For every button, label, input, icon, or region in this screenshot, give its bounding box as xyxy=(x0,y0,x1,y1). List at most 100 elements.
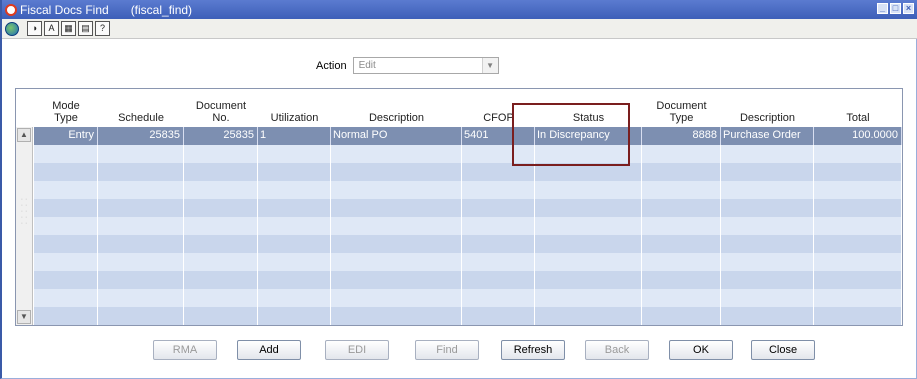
empty-cell[interactable] xyxy=(462,181,535,199)
empty-cell[interactable] xyxy=(721,289,814,307)
empty-cell[interactable] xyxy=(642,235,721,253)
cell-type-description[interactable]: Purchase Order xyxy=(721,127,814,145)
cell-document-no[interactable]: 25835 xyxy=(184,127,258,145)
empty-cell[interactable] xyxy=(258,163,331,181)
empty-cell[interactable] xyxy=(331,307,462,325)
globe-icon[interactable] xyxy=(5,21,19,36)
empty-cell[interactable] xyxy=(721,235,814,253)
cell-mode-type[interactable]: Entry xyxy=(34,127,98,145)
empty-cell[interactable] xyxy=(98,253,184,271)
empty-cell[interactable] xyxy=(462,307,535,325)
empty-cell[interactable] xyxy=(642,307,721,325)
empty-cell[interactable] xyxy=(535,289,642,307)
cell-status[interactable]: In Discrepancy xyxy=(535,127,642,145)
empty-cell[interactable] xyxy=(98,217,184,235)
empty-cell[interactable] xyxy=(535,199,642,217)
chevron-down-icon[interactable]: ▼ xyxy=(481,58,498,73)
scroll-down-icon[interactable]: ▼ xyxy=(17,310,31,324)
table-row[interactable] xyxy=(34,199,902,217)
cell-schedule[interactable]: 25835 xyxy=(98,127,184,145)
empty-cell[interactable] xyxy=(642,253,721,271)
empty-cell[interactable] xyxy=(258,235,331,253)
empty-cell[interactable] xyxy=(814,199,902,217)
empty-cell[interactable] xyxy=(814,289,902,307)
action-select[interactable]: Edit ▼ xyxy=(352,57,499,74)
empty-cell[interactable] xyxy=(331,145,462,163)
help-icon[interactable]: ? xyxy=(95,21,110,36)
empty-cell[interactable] xyxy=(535,307,642,325)
empty-cell[interactable] xyxy=(331,199,462,217)
empty-cell[interactable] xyxy=(98,145,184,163)
empty-cell[interactable] xyxy=(814,217,902,235)
scroll-up-icon[interactable]: ▲ xyxy=(17,128,31,142)
table-row[interactable] xyxy=(34,145,902,163)
cell-utilization[interactable]: 1 xyxy=(258,127,331,145)
cell-cfop[interactable]: 5401 xyxy=(462,127,535,145)
empty-cell[interactable] xyxy=(814,145,902,163)
empty-cell[interactable] xyxy=(462,163,535,181)
empty-cell[interactable] xyxy=(184,307,258,325)
empty-cell[interactable] xyxy=(98,181,184,199)
empty-cell[interactable] xyxy=(34,307,98,325)
print-icon[interactable]: ▤ xyxy=(78,21,93,36)
maximize-icon[interactable]: □ xyxy=(890,3,901,14)
cell-description[interactable]: Normal PO xyxy=(331,127,462,145)
empty-cell[interactable] xyxy=(721,145,814,163)
empty-cell[interactable] xyxy=(258,199,331,217)
empty-cell[interactable] xyxy=(462,271,535,289)
empty-cell[interactable] xyxy=(34,181,98,199)
table-row[interactable] xyxy=(34,271,902,289)
empty-cell[interactable] xyxy=(721,217,814,235)
empty-cell[interactable] xyxy=(642,181,721,199)
table-row[interactable] xyxy=(34,235,902,253)
empty-cell[interactable] xyxy=(331,289,462,307)
empty-cell[interactable] xyxy=(642,163,721,181)
empty-cell[interactable] xyxy=(721,199,814,217)
empty-cell[interactable] xyxy=(34,217,98,235)
empty-cell[interactable] xyxy=(331,217,462,235)
empty-cell[interactable] xyxy=(535,253,642,271)
empty-cell[interactable] xyxy=(98,163,184,181)
empty-cell[interactable] xyxy=(462,199,535,217)
find-button[interactable]: Find xyxy=(415,340,479,360)
calendar-icon[interactable]: ▦ xyxy=(61,21,76,36)
empty-cell[interactable] xyxy=(331,181,462,199)
empty-cell[interactable] xyxy=(184,199,258,217)
close-button[interactable]: Close xyxy=(751,340,815,360)
empty-cell[interactable] xyxy=(642,145,721,163)
empty-cell[interactable] xyxy=(258,307,331,325)
empty-cell[interactable] xyxy=(814,253,902,271)
empty-cell[interactable] xyxy=(184,163,258,181)
empty-cell[interactable] xyxy=(331,253,462,271)
add-button[interactable]: Add xyxy=(237,340,301,360)
empty-cell[interactable] xyxy=(184,217,258,235)
empty-cell[interactable] xyxy=(34,145,98,163)
empty-cell[interactable] xyxy=(184,289,258,307)
empty-cell[interactable] xyxy=(814,163,902,181)
table-row[interactable] xyxy=(34,217,902,235)
empty-cell[interactable] xyxy=(331,163,462,181)
empty-cell[interactable] xyxy=(721,181,814,199)
edi-button[interactable]: EDI xyxy=(325,340,389,360)
empty-cell[interactable] xyxy=(258,181,331,199)
empty-cell[interactable] xyxy=(258,145,331,163)
table-row[interactable] xyxy=(34,181,902,199)
close-window-icon[interactable]: × xyxy=(903,3,914,14)
empty-cell[interactable] xyxy=(721,163,814,181)
empty-cell[interactable] xyxy=(814,181,902,199)
empty-cell[interactable] xyxy=(34,235,98,253)
empty-cell[interactable] xyxy=(814,271,902,289)
empty-cell[interactable] xyxy=(184,235,258,253)
empty-cell[interactable] xyxy=(814,235,902,253)
table-row[interactable]: Entry 25835 25835 1 Normal PO 5401 In Di… xyxy=(34,127,902,145)
empty-cell[interactable] xyxy=(98,235,184,253)
find-icon[interactable]: A xyxy=(44,21,59,36)
empty-cell[interactable] xyxy=(535,235,642,253)
empty-cell[interactable] xyxy=(642,199,721,217)
cell-document-type[interactable]: 8888 xyxy=(642,127,721,145)
empty-cell[interactable] xyxy=(462,253,535,271)
empty-cell[interactable] xyxy=(462,289,535,307)
help-wizard-icon[interactable]: ◑ xyxy=(27,21,42,36)
empty-cell[interactable] xyxy=(258,253,331,271)
empty-cell[interactable] xyxy=(721,253,814,271)
